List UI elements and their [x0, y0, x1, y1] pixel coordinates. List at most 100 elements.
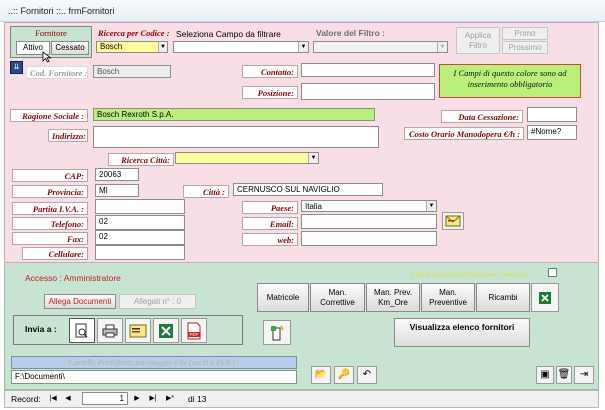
current-record-field[interactable]: 1 — [82, 392, 128, 405]
filter-value-combo[interactable]: ▼ — [313, 41, 448, 53]
trash-icon: 🗑 — [557, 369, 571, 380]
allega-documenti-button[interactable]: Allega Documenti — [44, 294, 116, 309]
data-cessazione-field[interactable] — [527, 107, 577, 122]
excel-ricambi-button[interactable] — [531, 283, 559, 312]
exit-door-icon: ⇥ — [579, 369, 589, 380]
filter-value-label: Valore del Filtro : — [316, 28, 385, 38]
paese-label: Paese: — [242, 201, 298, 214]
costo-orario-label: Costo Orario Manodopera €/h : — [404, 127, 524, 140]
contatto-label: Contatto: — [242, 65, 298, 78]
excel-export-button[interactable] — [153, 318, 179, 343]
citta-field[interactable]: CERNUSCO SUL NAVIGLIO — [233, 183, 383, 196]
new-document-button[interactable] — [263, 320, 291, 345]
cap-field[interactable]: 20063 — [95, 168, 139, 181]
record-label: Record: — [11, 394, 41, 404]
apply-filter-button[interactable]: Applica Filtro — [456, 27, 500, 54]
open-folder-button[interactable]: 📂 — [311, 366, 331, 384]
man-correttive-button[interactable]: Man. Correttive — [310, 283, 365, 312]
invia-label: Invia a : — [25, 324, 57, 334]
visualizza-fornitori-label: Visualizza elenco fornitori — [409, 322, 515, 332]
cellulare-label: Cellulare: — [22, 247, 88, 260]
cap-label: CAP: — [12, 169, 88, 182]
fax-field[interactable]: 02 — [95, 230, 185, 245]
svg-text:PDF: PDF — [190, 332, 199, 337]
window-title: ..:: Fornitori ::.. frmFornitori — [8, 6, 115, 16]
costo-orario-field[interactable]: #Nome? — [527, 125, 577, 140]
print-button[interactable] — [97, 318, 123, 343]
web-field[interactable] — [301, 231, 437, 246]
posizione-field[interactable] — [301, 83, 435, 100]
chevron-down-icon: ▼ — [158, 42, 167, 52]
telefono-field[interactable]: 02 — [95, 215, 185, 230]
matricole-button[interactable]: Matricole — [257, 283, 309, 312]
next-icon: ▶ — [134, 395, 140, 402]
ragione-sociale-label: Ragione Sociale : — [10, 109, 88, 122]
cartella-field[interactable]: F:\Documenti\ — [11, 370, 297, 384]
notice-text: I Campi di questo colore sono ad inserim… — [453, 68, 567, 89]
new-document-icon — [271, 325, 284, 341]
open-folder-icon: 📂 — [314, 369, 328, 380]
last-record-icon: ▶| — [149, 395, 157, 402]
previous-record-button[interactable]: ◀ — [62, 393, 74, 405]
fax-label: Fax: — [12, 232, 88, 245]
cellulare-field[interactable] — [95, 245, 185, 260]
code-search-value: Bosch — [100, 42, 123, 51]
pdf-export-button[interactable]: PDF — [181, 318, 207, 343]
man-prev-km-button[interactable]: Man. Prev. Km_Ore — [366, 283, 420, 312]
chevron-down-icon: ▼ — [426, 201, 436, 211]
filter-current-checkbox[interactable] — [548, 268, 557, 277]
next-button[interactable]: Prossimo — [502, 41, 548, 54]
cod-fornitore-label: Cod. Fornitore : — [26, 66, 88, 79]
ricerca-citta-combo[interactable]: ▼ — [175, 152, 319, 164]
mouse-cursor-icon — [42, 51, 52, 63]
field-select-combo[interactable]: ▼ — [173, 41, 309, 53]
send-email-button[interactable] — [442, 212, 464, 230]
code-search-combo[interactable]: Bosch ▼ — [96, 41, 168, 53]
cod-fornitore-field: Bosch — [93, 65, 171, 78]
contatto-field[interactable] — [301, 63, 435, 77]
provincia-field[interactable]: MI — [95, 184, 139, 197]
next-record-button[interactable]: ▶ — [131, 393, 143, 405]
man-preventive-button[interactable]: Man. Preventive — [421, 283, 475, 312]
access-label: Accesso : Amministratore — [25, 273, 121, 283]
code-search-label: Ricerca per Codice : — [98, 28, 170, 38]
new-record-button[interactable]: ▣ — [536, 366, 554, 384]
telefono-label: Telefono: — [12, 217, 88, 230]
email-field[interactable] — [301, 214, 437, 229]
paese-value: Italia — [305, 202, 322, 211]
pdf-icon: PDF — [187, 322, 201, 340]
delete-button[interactable]: 🗑 — [556, 366, 572, 384]
search-key-button[interactable]: 🔑 — [334, 366, 354, 384]
mandatory-fields-notice: I Campi di questo colore sono ad inserim… — [439, 64, 581, 98]
cessato-button[interactable]: Cessato — [51, 41, 89, 55]
field-select-label: Seleziona Campo da filtrare — [176, 29, 281, 39]
provincia-label: Provincia: — [12, 185, 88, 198]
ricambi-button[interactable]: Ricambi — [476, 283, 530, 312]
current-record-value: 1 — [119, 394, 124, 403]
first-record-button[interactable]: |◀ — [47, 393, 59, 405]
first-button[interactable]: Primo — [502, 27, 548, 40]
cartella-label-box: Cartella Predefinita salvataggio File (e… — [11, 356, 297, 369]
new-blank-record-button[interactable]: ▶* — [163, 393, 177, 405]
previous-icon: ◀ — [65, 395, 71, 402]
preview-button[interactable] — [69, 318, 95, 343]
title-bar: ..:: Fornitori ::.. frmFornitori — [0, 0, 605, 22]
visualizza-fornitori-button[interactable]: Visualizza elenco fornitori — [394, 318, 530, 347]
undo-button[interactable]: ↶ — [357, 366, 377, 384]
last-record-button[interactable]: ▶| — [146, 393, 160, 405]
key-icon: 🔑 — [337, 369, 351, 380]
undo-icon: ↶ — [362, 369, 372, 380]
cartella-label: Cartella Predefinita salvataggio File (e… — [68, 358, 240, 367]
ragione-sociale-field[interactable]: Bosch Rexroth S.p.A. — [93, 108, 375, 121]
email-icon — [129, 324, 147, 338]
indirizzo-field[interactable] — [93, 126, 379, 148]
paese-combo[interactable]: Italia ▼ — [301, 200, 437, 212]
data-cessazione-label: Data Cessazione: — [441, 110, 523, 123]
partita-iva-field[interactable] — [95, 199, 185, 214]
email-send-button[interactable] — [125, 318, 151, 343]
double-chevron-down-icon: ⇊ — [13, 64, 20, 71]
exit-button[interactable]: ⇥ — [574, 366, 594, 384]
collapse-toggle-button[interactable]: ⇊ — [10, 61, 23, 74]
partita-iva-label: Partita I.V.A. : — [12, 202, 88, 215]
citta-label: Città : — [183, 185, 229, 198]
